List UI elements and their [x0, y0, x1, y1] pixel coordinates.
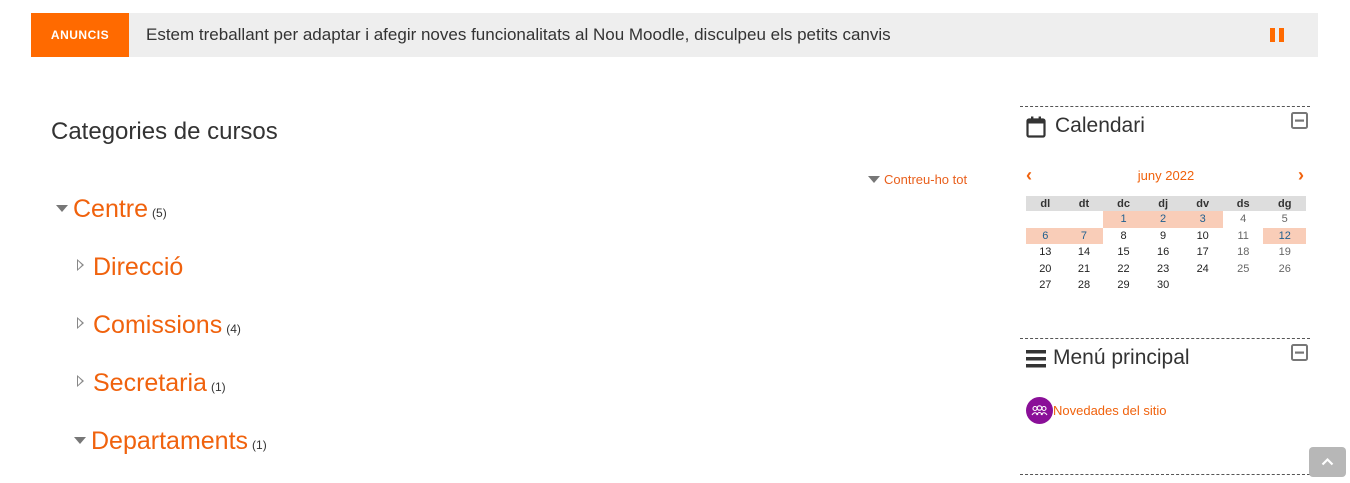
calendar-table: dl dt dc dj dv ds dg 1 2 3 4 5 6 7 8 9 1… — [1026, 196, 1306, 294]
calendar-day: 15 — [1117, 246, 1130, 259]
calendar-day-event[interactable]: 7 — [1064, 227, 1104, 244]
weekday-row: dl dt dc dj dv ds dg — [1026, 196, 1306, 211]
triangle-right-icon[interactable] — [77, 317, 84, 329]
forum-icon — [1026, 397, 1053, 424]
block-title: Calendari — [1055, 114, 1145, 137]
block-title: Menú principal — [1053, 346, 1190, 369]
calendar-block-header: Calendari — [1020, 107, 1310, 147]
category-centre[interactable]: Centre (5) — [56, 195, 167, 224]
next-month-icon[interactable]: › — [1298, 166, 1304, 184]
calendar-day: 9 — [1160, 229, 1167, 242]
calendar-day: 10 — [1196, 229, 1209, 242]
calendar-week: 1 2 3 4 5 — [1026, 211, 1306, 228]
calendar-day: 18 — [1237, 246, 1250, 259]
calendar-day: 16 — [1156, 246, 1170, 259]
calendar-nav: ‹ juny 2022 › — [1026, 166, 1306, 186]
main-menu-block-header: Menú principal — [1020, 339, 1310, 379]
announcement-text: Estem treballant per adaptar i afegir no… — [146, 25, 891, 44]
collapse-all-link[interactable]: Contreu-ho tot — [868, 172, 967, 187]
calendar-day: 14 — [1077, 246, 1091, 259]
main-menu-block: Menú principal — [1020, 338, 1310, 379]
menu-link-label[interactable]: Novedades del sitio — [1053, 403, 1166, 418]
chevron-up-icon — [1321, 457, 1334, 466]
calendar-icon — [1026, 116, 1046, 138]
calendar-day: 27 — [1039, 279, 1052, 292]
calendar-day: 26 — [1278, 262, 1291, 275]
calendar-day: 24 — [1196, 262, 1209, 275]
calendar-month[interactable]: juny 2022 — [1026, 168, 1306, 183]
calendar-day: 13 — [1039, 246, 1052, 259]
calendar-day: 23 — [1156, 262, 1170, 275]
calendar-day-event[interactable]: 1 — [1103, 211, 1144, 228]
weekday-header: dt — [1064, 196, 1104, 211]
weekday-header: dc — [1103, 196, 1144, 211]
calendar-day-event[interactable]: 6 — [1026, 227, 1065, 244]
calendar-day: 8 — [1120, 229, 1127, 242]
weekday-header: dv — [1182, 196, 1223, 211]
calendar-week: 13 14 15 16 17 18 19 — [1026, 244, 1306, 261]
calendar-week: 6 7 8 9 10 11 12 — [1026, 227, 1306, 244]
weekday-header: dg — [1263, 196, 1306, 211]
calendar-day: 29 — [1117, 279, 1130, 292]
category-secretaria[interactable]: Secretaria (1) — [77, 369, 226, 398]
calendar-day — [1026, 211, 1065, 228]
back-to-top-button[interactable] — [1309, 447, 1346, 477]
menu-bars-icon — [1026, 350, 1046, 368]
calendar-day: 25 — [1237, 262, 1250, 275]
calendar-day: 22 — [1117, 262, 1130, 275]
category-link[interactable]: Direcció — [93, 253, 183, 282]
triangle-down-icon — [868, 176, 880, 183]
triangle-down-icon[interactable] — [56, 205, 68, 212]
category-departaments[interactable]: Departaments (1) — [74, 427, 267, 456]
announcement-bar: ANUNCIS Estem treballant per adaptar i a… — [31, 13, 1318, 57]
weekday-header: ds — [1222, 196, 1264, 211]
category-link[interactable]: Departaments — [91, 427, 248, 456]
category-count: (4) — [226, 322, 241, 336]
calendar-week: 27 28 29 30 — [1026, 277, 1306, 294]
calendar-day-event[interactable]: 2 — [1143, 211, 1183, 228]
calendar-day-event[interactable]: 12 — [1263, 227, 1306, 244]
category-count: (5) — [152, 206, 167, 220]
calendar-day — [1065, 211, 1104, 228]
calendar-day: 30 — [1156, 279, 1170, 292]
collapse-block-icon[interactable] — [1291, 112, 1308, 129]
menu-link-site-news[interactable]: Novedades del sitio — [1026, 397, 1166, 424]
calendar-day: 19 — [1278, 246, 1291, 259]
weekday-header: dl — [1026, 196, 1065, 211]
category-direccio[interactable]: Direcció — [77, 253, 187, 282]
calendar-day: 28 — [1077, 279, 1091, 292]
category-link[interactable]: Comissions — [93, 311, 222, 340]
category-link[interactable]: Centre — [73, 195, 148, 224]
category-link[interactable]: Secretaria — [93, 369, 207, 398]
page-title: Categories de cursos — [51, 118, 278, 145]
collapse-block-icon[interactable] — [1291, 344, 1308, 361]
calendar-day: 20 — [1039, 262, 1052, 275]
calendar-day: 11 — [1237, 229, 1249, 242]
triangle-down-icon[interactable] — [74, 437, 86, 444]
category-count: (1) — [252, 438, 267, 452]
calendar-day-event[interactable]: 3 — [1182, 211, 1223, 228]
calendar-day: 17 — [1196, 246, 1209, 259]
calendar-day: 5 — [1281, 213, 1288, 226]
announcement-label: ANUNCIS — [31, 13, 129, 57]
calendar-day — [1223, 277, 1264, 294]
pause-icon[interactable] — [1270, 28, 1285, 42]
category-comissions[interactable]: Comissions (4) — [77, 311, 241, 340]
calendar-day: 21 — [1077, 262, 1091, 275]
calendar-block: Calendari — [1020, 106, 1310, 147]
weekday-header: dj — [1143, 196, 1183, 211]
category-count: (1) — [210, 380, 226, 394]
calendar-day — [1182, 277, 1223, 294]
calendar-week: 20 21 22 23 24 25 26 — [1026, 261, 1306, 278]
triangle-right-icon[interactable] — [77, 375, 84, 387]
collapse-all-label: Contreu-ho tot — [884, 172, 968, 187]
calendar-day — [1263, 277, 1306, 294]
triangle-right-icon[interactable] — [77, 259, 84, 271]
calendar-day: 4 — [1240, 213, 1247, 226]
